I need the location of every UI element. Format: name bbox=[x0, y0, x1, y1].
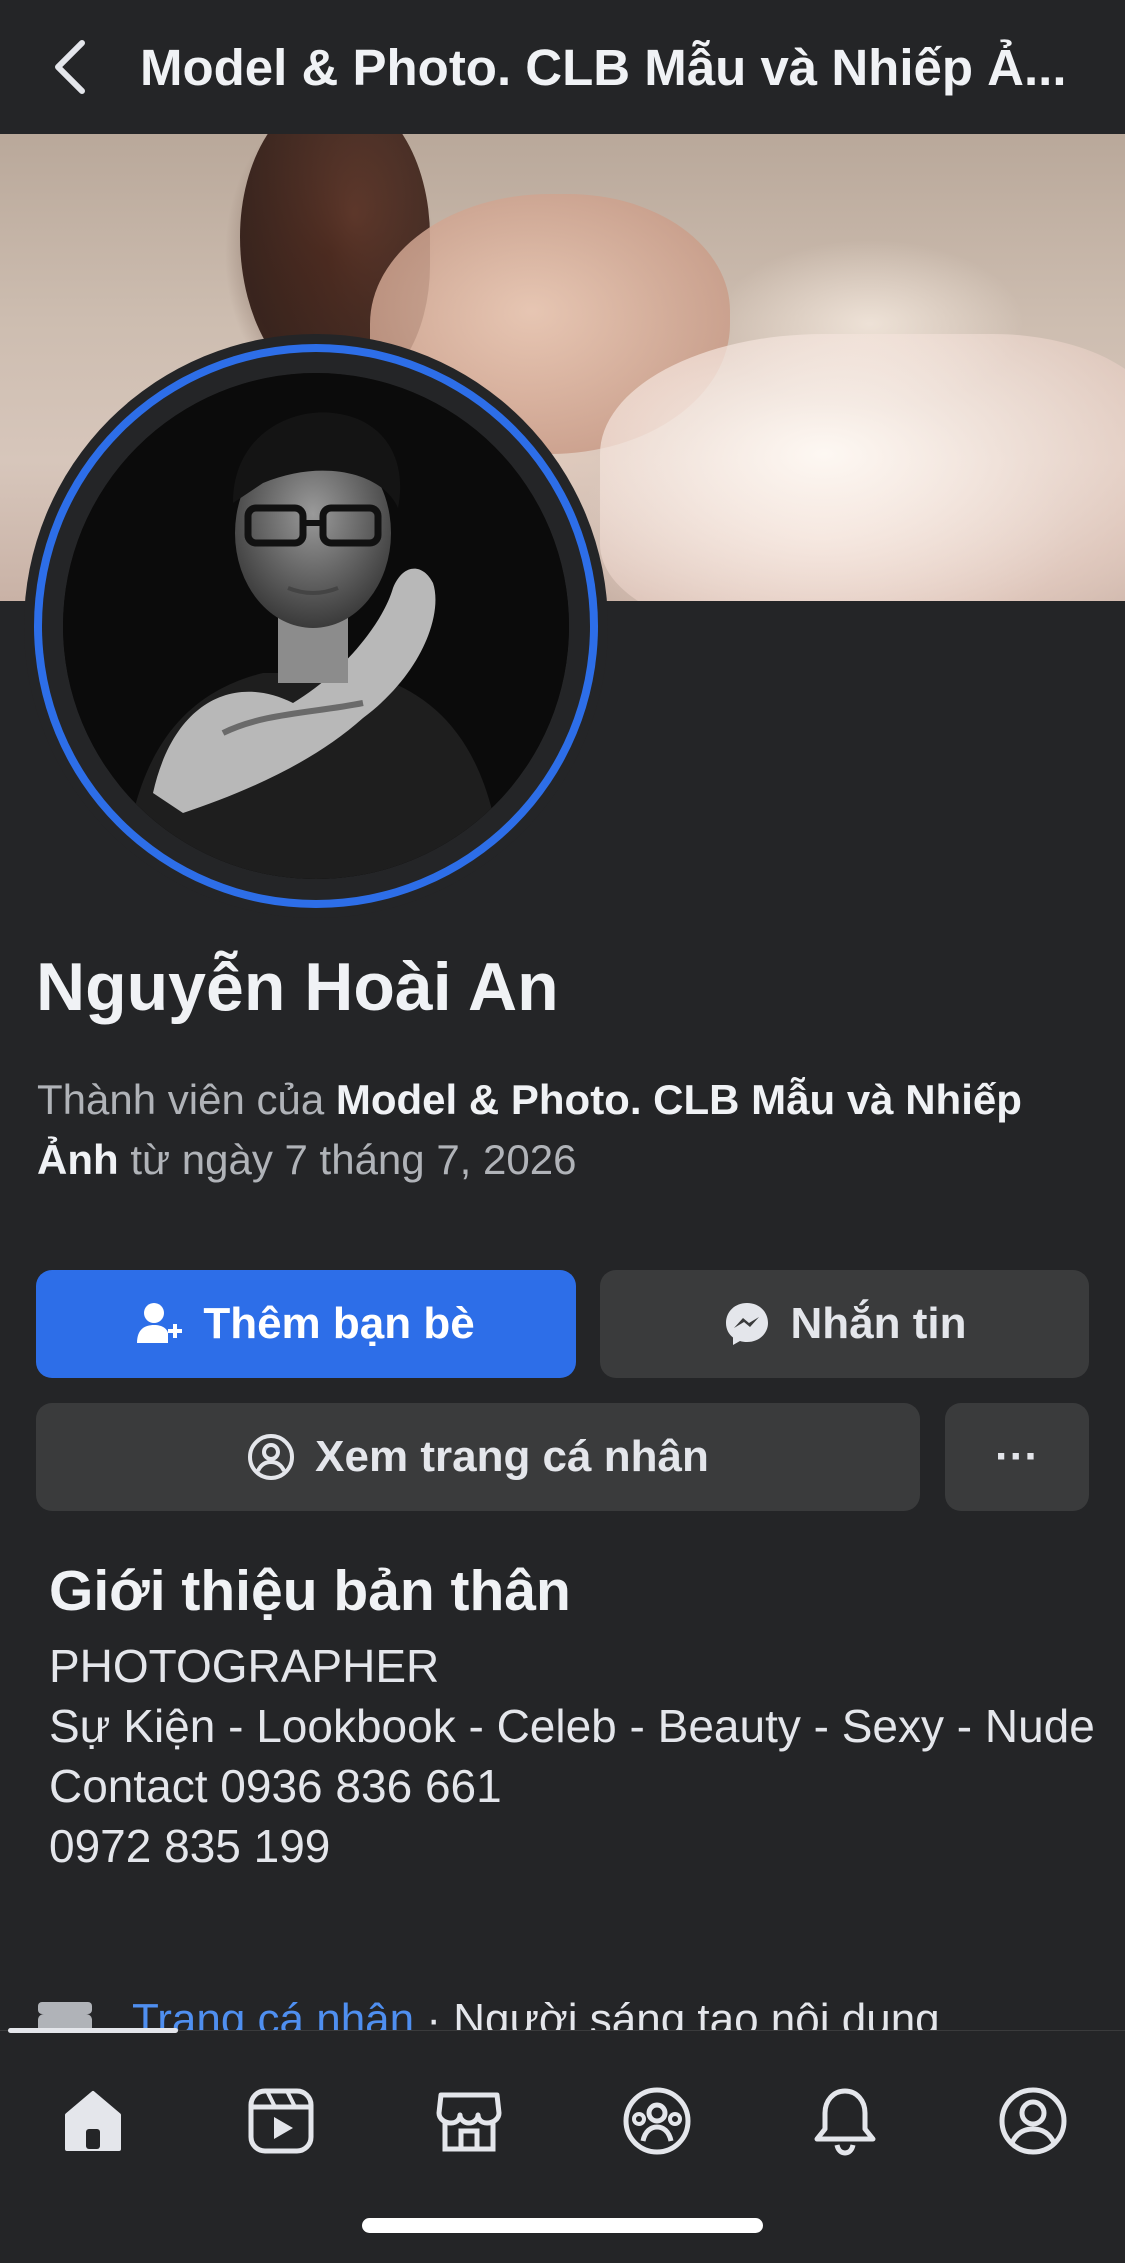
profile-category: · Người sáng tạo nội dung bbox=[414, 1995, 940, 2030]
tab-video[interactable] bbox=[231, 2071, 331, 2171]
membership-prefix: Thành viên của bbox=[37, 1076, 336, 1123]
add-friend-icon bbox=[137, 1301, 183, 1347]
intro-heading: Giới thiệu bản thân bbox=[49, 1559, 571, 1623]
view-profile-button[interactable]: Xem trang cá nhân bbox=[36, 1403, 920, 1511]
group-member-profile-screen: Model & Photo. CLB Mẫu và Nhiếp Ả... Ngu… bbox=[0, 0, 1125, 2263]
back-button[interactable] bbox=[0, 0, 140, 134]
membership-date: từ ngày 7 tháng 7, 2026 bbox=[118, 1136, 577, 1183]
add-friend-button[interactable]: Thêm bạn bè bbox=[36, 1270, 576, 1378]
tab-groups[interactable] bbox=[607, 2071, 707, 2171]
add-friend-label: Thêm bạn bè bbox=[203, 1299, 475, 1348]
top-bar: Model & Photo. CLB Mẫu và Nhiếp Ả... bbox=[0, 0, 1125, 134]
profile-category-row: Trang cá nhân · Người sáng tạo nội dung bbox=[34, 1990, 1125, 2030]
profile-photo bbox=[63, 373, 569, 879]
profile-page-link[interactable]: Trang cá nhân bbox=[132, 1995, 414, 2030]
intro-bio: PHOTOGRAPHER Sự Kiện - Lookbook - Celeb … bbox=[49, 1640, 1095, 1872]
video-icon bbox=[248, 2088, 314, 2154]
groups-icon bbox=[623, 2087, 691, 2155]
user-circle-icon bbox=[247, 1433, 295, 1481]
profile-name: Nguyễn Hoài An bbox=[36, 949, 559, 1025]
home-icon bbox=[65, 2091, 121, 2151]
tab-notifications[interactable] bbox=[795, 2071, 895, 2171]
tab-home[interactable] bbox=[43, 2071, 143, 2171]
message-label: Nhắn tin bbox=[790, 1299, 967, 1348]
active-tab-indicator bbox=[8, 2028, 178, 2033]
bell-icon bbox=[814, 2088, 876, 2156]
clapperboard-icon bbox=[38, 2002, 92, 2030]
more-options-button[interactable]: ··· bbox=[945, 1403, 1089, 1511]
page-title: Model & Photo. CLB Mẫu và Nhiếp Ả... bbox=[140, 38, 1067, 96]
messenger-icon bbox=[723, 1300, 771, 1348]
home-indicator[interactable] bbox=[362, 2218, 763, 2233]
story-ring bbox=[34, 344, 598, 908]
avatar[interactable] bbox=[24, 334, 608, 918]
tab-profile[interactable] bbox=[983, 2071, 1083, 2171]
more-icon: ··· bbox=[995, 1432, 1039, 1481]
tab-marketplace[interactable] bbox=[419, 2071, 519, 2171]
view-profile-label: Xem trang cá nhân bbox=[315, 1432, 709, 1481]
message-button[interactable]: Nhắn tin bbox=[600, 1270, 1089, 1378]
membership-info: Thành viên của Model & Photo. CLB Mẫu và… bbox=[37, 1070, 1097, 1190]
marketplace-icon bbox=[436, 2092, 502, 2152]
profile-icon bbox=[999, 2087, 1067, 2155]
chevron-left-icon bbox=[55, 40, 85, 94]
